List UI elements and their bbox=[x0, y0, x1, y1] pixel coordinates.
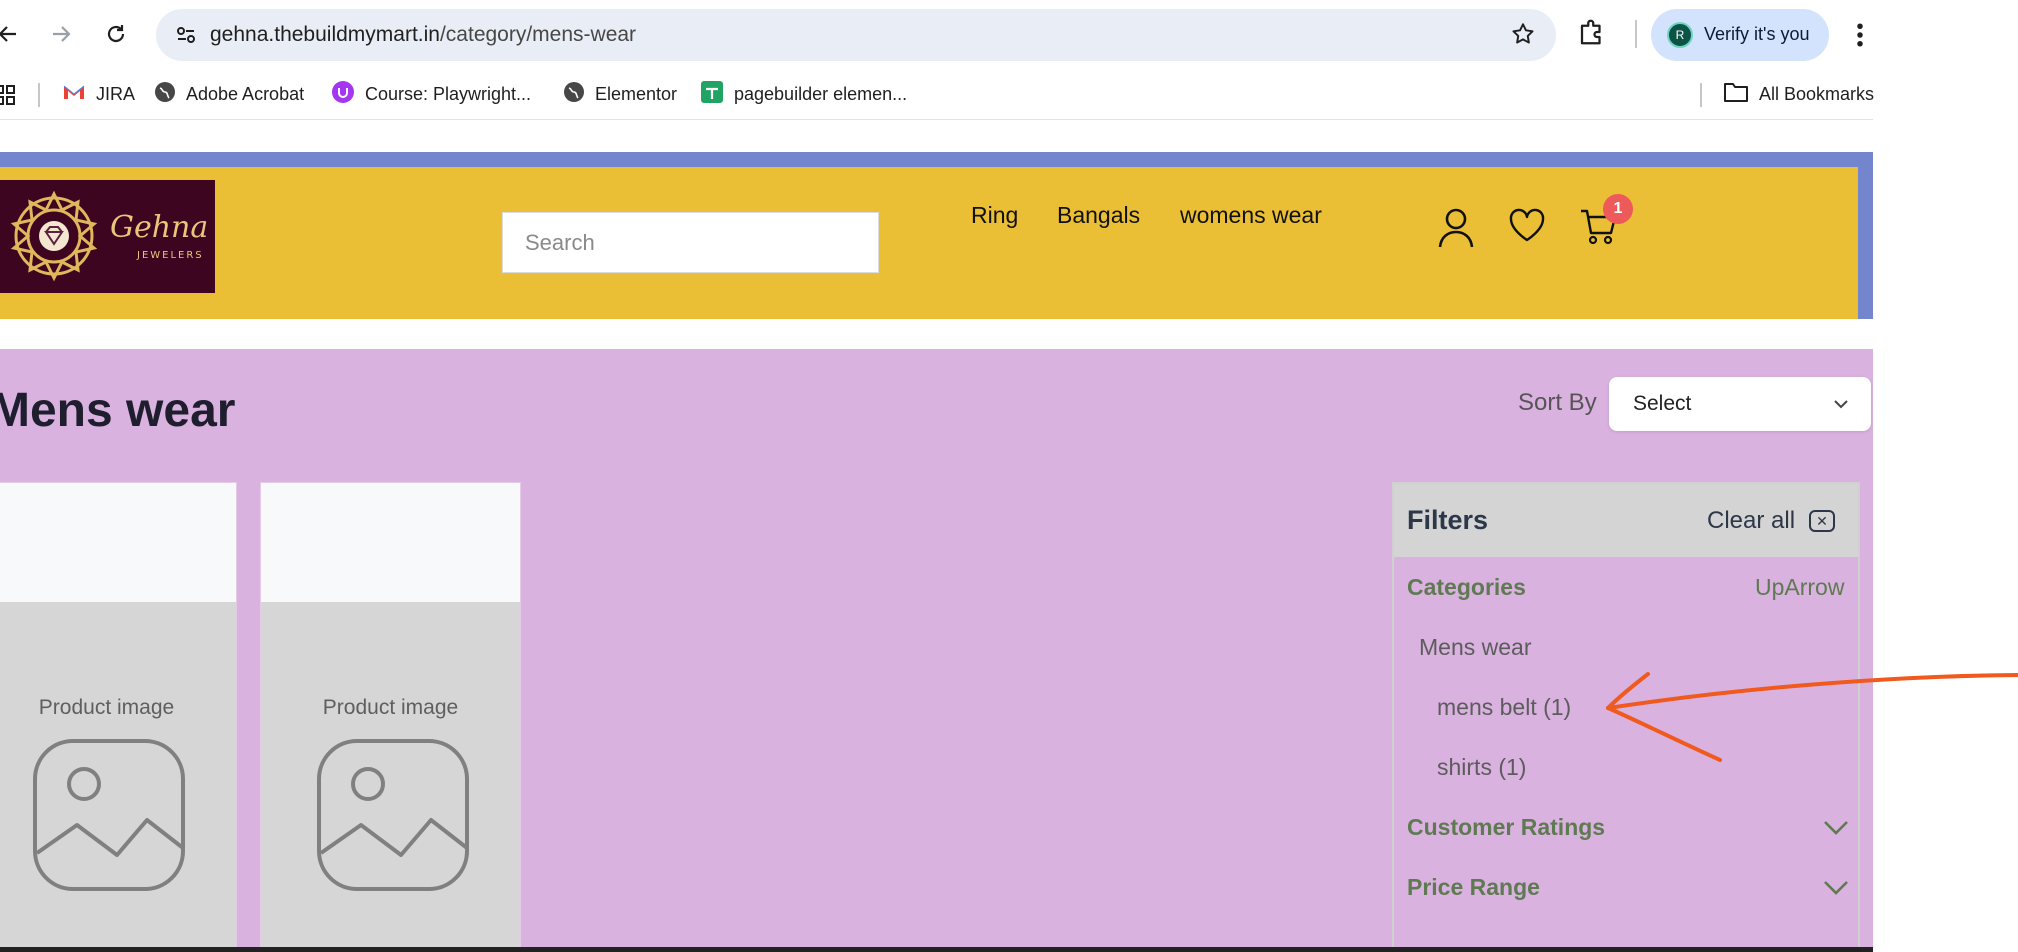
site-logo[interactable]: Gehna JEWELERS bbox=[0, 180, 215, 293]
reload-icon[interactable] bbox=[98, 16, 134, 52]
product-image-label: Product image bbox=[38, 696, 175, 719]
course-icon bbox=[331, 80, 355, 109]
nav-link-ring[interactable]: Ring bbox=[971, 202, 1018, 229]
image-placeholder-icon bbox=[32, 738, 186, 897]
wishlist-heart-icon[interactable] bbox=[1508, 207, 1546, 248]
header-top-stripe bbox=[0, 152, 1873, 167]
search-input[interactable] bbox=[503, 213, 878, 272]
bookmark-jira[interactable]: JIRA bbox=[62, 79, 135, 109]
gmail-icon bbox=[62, 83, 86, 106]
site-info-icon[interactable] bbox=[174, 23, 198, 52]
logo-wordmark: Gehna bbox=[110, 210, 209, 245]
categories-toggle[interactable]: UpArrow bbox=[1755, 574, 1844, 601]
bottom-edge bbox=[0, 947, 1873, 952]
bookmark-label: Elementor bbox=[595, 83, 678, 104]
folder-icon bbox=[1723, 81, 1749, 108]
sort-select[interactable]: Select bbox=[1609, 377, 1871, 431]
profile-label: Verify it's you bbox=[1704, 24, 1810, 44]
bookmark-label: Adobe Acrobat bbox=[186, 83, 305, 104]
apps-grid-icon[interactable] bbox=[0, 84, 16, 111]
filter-section-categories[interactable]: Categories bbox=[1407, 574, 1526, 601]
product-card[interactable]: Product image bbox=[260, 482, 521, 952]
product-card[interactable]: Product image bbox=[0, 482, 237, 952]
all-bookmarks-label: All Bookmarks bbox=[1759, 83, 1875, 104]
filter-section-price-range[interactable]: Price Range bbox=[1407, 874, 1540, 901]
url-host: gehna.thebuildmymart.in bbox=[210, 23, 440, 46]
filters-header: Filters Clear all ✕ bbox=[1394, 484, 1858, 557]
site-header: Gehna JEWELERS Ring Bangals womens wear … bbox=[0, 167, 1858, 319]
site-search bbox=[502, 212, 879, 273]
logo-emblem-icon bbox=[10, 190, 98, 282]
sheets-icon bbox=[700, 80, 724, 109]
cart-count-badge: 1 bbox=[1603, 194, 1633, 224]
filter-subcategory-mens-belt[interactable]: mens belt (1) bbox=[1437, 694, 1571, 721]
bookmark-label: pagebuilder elemen... bbox=[734, 83, 908, 104]
nav-link-womens-wear[interactable]: womens wear bbox=[1180, 202, 1322, 229]
bookmark-pagebuilder[interactable]: pagebuilder elemen... bbox=[700, 79, 907, 109]
profile-button[interactable]: R Verify it's you bbox=[1651, 9, 1829, 61]
bookmark-label: JIRA bbox=[96, 83, 136, 104]
sort-select-value: Select bbox=[1633, 392, 1692, 415]
url-path: /category/mens-wear bbox=[439, 23, 637, 46]
product-card-top bbox=[261, 483, 520, 602]
category-content: Mens wear Sort By Select Product image P… bbox=[0, 349, 1873, 952]
chevron-down-icon bbox=[1832, 395, 1850, 418]
nav-link-bangals[interactable]: Bangals bbox=[1057, 202, 1140, 229]
close-icon: ✕ bbox=[1809, 510, 1836, 532]
toolbar-divider bbox=[1635, 20, 1637, 48]
filters-title: Filters bbox=[1407, 505, 1489, 535]
avatar: R bbox=[1667, 22, 1693, 48]
all-bookmarks-button[interactable]: All Bookmarks bbox=[1723, 79, 1874, 109]
user-account-icon[interactable] bbox=[1437, 207, 1475, 254]
clear-all-button[interactable]: Clear all ✕ bbox=[1707, 507, 1836, 535]
logo-subtitle: JEWELERS bbox=[137, 250, 204, 261]
annotation-arrow-icon bbox=[1606, 672, 2018, 762]
filter-subcategory-shirts[interactable]: shirts (1) bbox=[1437, 754, 1526, 781]
page-viewport: Gehna JEWELERS Ring Bangals womens wear … bbox=[0, 121, 1873, 952]
bookmark-star-icon[interactable] bbox=[1510, 21, 1536, 52]
forward-icon[interactable] bbox=[43, 16, 79, 52]
bookmarks-separator bbox=[38, 83, 40, 107]
url-text: gehna.thebuildmymart.in/category/mens-we… bbox=[210, 23, 636, 47]
bookmark-label: Course: Playwright... bbox=[365, 83, 532, 104]
product-card-top bbox=[0, 483, 236, 602]
chevron-down-icon[interactable] bbox=[1822, 817, 1850, 842]
image-placeholder-icon bbox=[316, 738, 470, 897]
bookmarks-bar: JIRA Adobe Acrobat Course: Playwright...… bbox=[0, 70, 1874, 120]
chevron-down-icon[interactable] bbox=[1822, 877, 1850, 902]
sort-by-label: Sort By bbox=[1518, 389, 1597, 416]
page-title: Mens wear bbox=[0, 384, 236, 437]
bookmark-course-playwright[interactable]: Course: Playwright... bbox=[331, 79, 531, 109]
header-right-stripe bbox=[1858, 167, 1873, 319]
clear-all-label: Clear all bbox=[1707, 507, 1796, 534]
address-bar[interactable]: gehna.thebuildmymart.in/category/mens-we… bbox=[156, 9, 1556, 61]
bookmarks-separator bbox=[1700, 83, 1702, 107]
filter-category-parent[interactable]: Mens wear bbox=[1419, 634, 1531, 661]
more-menu-icon[interactable] bbox=[1850, 20, 1870, 55]
bookmark-elementor[interactable]: Elementor bbox=[563, 79, 677, 109]
product-image-label: Product image bbox=[322, 696, 459, 719]
filter-section-customer-ratings[interactable]: Customer Ratings bbox=[1407, 814, 1605, 841]
browser-toolbar: gehna.thebuildmymart.in/category/mens-we… bbox=[0, 0, 2018, 70]
globe-icon bbox=[154, 81, 176, 108]
extensions-icon[interactable] bbox=[1577, 17, 1607, 52]
globe-icon bbox=[563, 81, 585, 108]
back-icon[interactable] bbox=[0, 16, 26, 52]
bookmark-adobe-acrobat[interactable]: Adobe Acrobat bbox=[154, 79, 304, 109]
